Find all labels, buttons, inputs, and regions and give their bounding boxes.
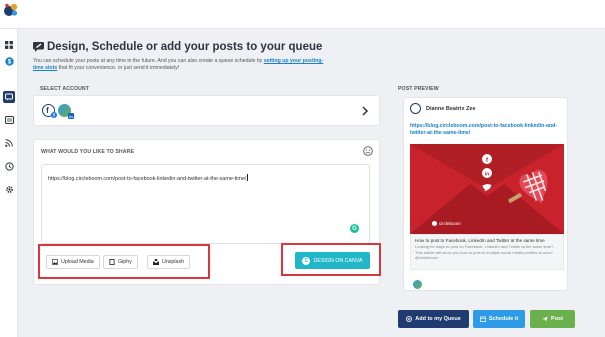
send-icon (542, 316, 548, 322)
add-to-queue-label: Add to my Queue (415, 316, 461, 322)
post-text-value: https://blog.circleboom.com/post-to-face… (48, 176, 247, 182)
sidebar: $ (0, 29, 18, 337)
share-label: WHAT WOULD YOU LIKE TO SHARE (41, 149, 135, 155)
caption-description: Looking for ways to post on Facebook, Li… (415, 244, 554, 255)
top-bar (0, 0, 605, 29)
subtitle-text: You can schedule your posts at any time … (33, 58, 264, 64)
dashboard-icon[interactable] (3, 39, 15, 51)
grammarly-icon[interactable]: G (350, 224, 359, 233)
history-icon[interactable] (3, 160, 15, 172)
select-account-dropdown[interactable]: f f in (33, 95, 380, 126)
facebook-account-avatar[interactable]: f f (42, 104, 57, 118)
compose-icon (33, 42, 44, 52)
create-post-icon[interactable] (3, 91, 15, 103)
link-preview-image: f in circleboom (410, 144, 564, 234)
media-tools-highlight (38, 244, 210, 279)
preview-link[interactable]: https://blog.circleboom.com/post-to-face… (410, 123, 565, 137)
subtitle-text-end: that fit your convenience. or just send … (57, 65, 180, 71)
post-label: Post (551, 316, 563, 322)
circleboom-logo[interactable] (3, 2, 19, 18)
emoji-icon[interactable] (363, 146, 373, 156)
link-preview-caption: How to post to Facebook, LinkedIn and Tw… (410, 234, 564, 270)
post-text-input[interactable]: https://blog.circleboom.com/post-to-face… (41, 164, 370, 244)
preview-network-icon (413, 280, 422, 289)
rss-icon[interactable] (3, 137, 15, 149)
post-preview-card: Dianne Beatrix Zee https://blog.circlebo… (403, 97, 568, 291)
svg-text:f: f (46, 106, 49, 115)
image-brand-watermark: circleboom (432, 221, 461, 226)
schedule-label: Schedule it (488, 316, 519, 322)
select-account-label: SELECT ACCOUNT (40, 86, 90, 92)
queue-icon[interactable] (3, 114, 15, 126)
linkedin-account-avatar[interactable]: in (58, 104, 74, 119)
facebook-icon: f (51, 112, 57, 118)
add-to-queue-button[interactable]: Add to my Queue (398, 310, 469, 328)
queue-add-icon (406, 316, 413, 322)
canva-highlight (281, 243, 381, 276)
preview-account-avatar (410, 103, 421, 114)
post-button[interactable]: Post (530, 310, 575, 328)
billing-icon[interactable]: $ (3, 55, 15, 67)
calendar-icon (479, 316, 486, 322)
text-caret (247, 174, 249, 181)
image-brand-text: circleboom (439, 221, 461, 226)
chevron-right-icon[interactable] (361, 106, 369, 116)
svg-text:in: in (485, 172, 489, 178)
preview-account-name: Dianne Beatrix Zee (426, 106, 476, 112)
schedule-button[interactable]: Schedule it (473, 310, 525, 328)
linkedin-icon: in (68, 113, 74, 119)
page-title-text: Design, Schedule or add your posts to yo… (47, 41, 323, 53)
caption-handle: @circleboom (415, 255, 439, 260)
page-subtitle: You can schedule your posts at any time … (33, 58, 333, 72)
page-title: Design, Schedule or add your posts to yo… (33, 41, 322, 53)
svg-text:in: in (69, 114, 73, 119)
post-preview-label: POST PREVIEW (398, 86, 439, 92)
settings-icon[interactable] (3, 183, 15, 195)
